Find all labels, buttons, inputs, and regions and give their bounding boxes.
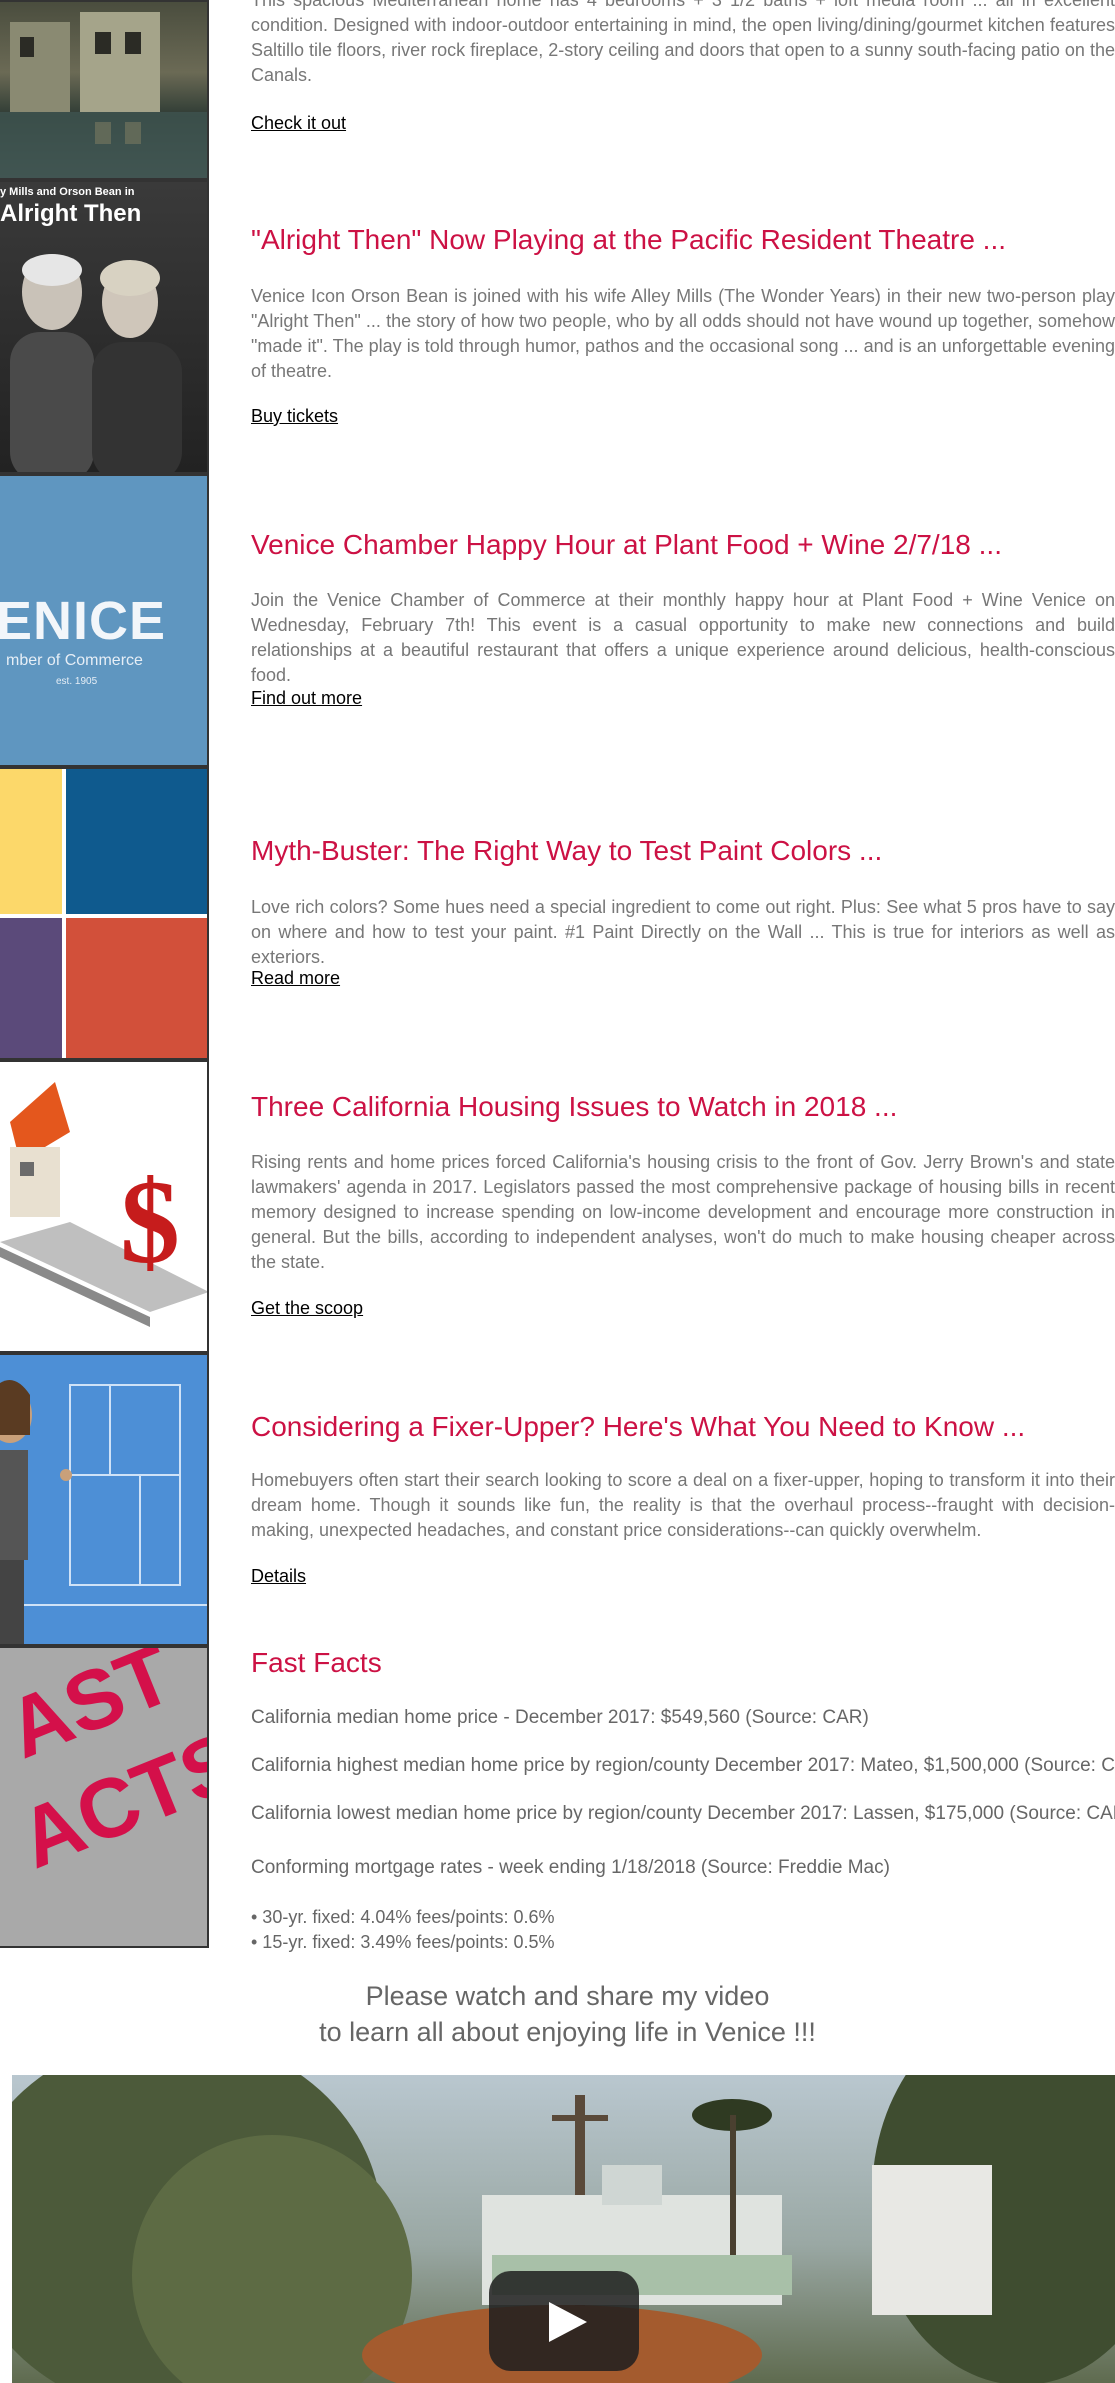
- blueprint-illustration: [0, 1380, 207, 1644]
- get-the-scoop-link[interactable]: Get the scoop: [251, 1298, 363, 1319]
- article-body: Love rich colors? Some hues need a speci…: [251, 897, 1115, 967]
- fast-fact-item: California lowest median home price by r…: [251, 1803, 1115, 1824]
- venice-logo-subtitle: mber of Commerce: [6, 652, 143, 669]
- video-caption-line1: Please watch and share my video: [365, 1981, 770, 2011]
- mortgage-rate-item: • 30-yr. fixed: 4.04% fees/points: 0.6%: [251, 1907, 555, 1927]
- article-title: Considering a Fixer-Upper? Here's What Y…: [251, 1411, 1026, 1442]
- video-player[interactable]: [12, 2075, 1115, 2383]
- swatch-purple: [0, 918, 62, 1058]
- article-canal-home: This spacious Mediterranean home has 4 b…: [251, 0, 1115, 88]
- article-title: Venice Chamber Happy Hour at Plant Food …: [251, 529, 1002, 560]
- article-body: Rising rents and home prices forced Cali…: [251, 1152, 1115, 1272]
- svg-text:$: $: [120, 1155, 180, 1288]
- thumbnail-venice-chamber: ENICE mber of Commerce est. 1905: [0, 474, 209, 767]
- article-alright-then: "Alright Then" Now Playing at the Pacifi…: [251, 224, 1115, 256]
- thumbnail-house-dollar: $: [0, 1060, 209, 1353]
- find-out-more-link[interactable]: Find out more: [251, 688, 362, 709]
- article-body: Venice Icon Orson Bean is joined with hi…: [251, 286, 1115, 381]
- article-alright-then-body: Venice Icon Orson Bean is joined with hi…: [251, 284, 1115, 384]
- play-icon: [549, 2302, 587, 2342]
- venice-logo-text: ENICE: [0, 591, 167, 651]
- article-body: Join the Venice Chamber of Commerce at t…: [251, 590, 1115, 685]
- thumbnail-blueprint: [0, 1353, 209, 1646]
- article-housing-issues: Three California Housing Issues to Watch…: [251, 1091, 1115, 1123]
- article-housing-issues-body: Rising rents and home prices forced Cali…: [251, 1150, 1115, 1275]
- fast-facts-title: Fast Facts: [251, 1647, 382, 1678]
- thumbnail-paint-swatches: [0, 767, 209, 1060]
- read-more-link[interactable]: Read more: [251, 968, 340, 989]
- couple-photo: [10, 254, 182, 472]
- article-title: Three California Housing Issues to Watch…: [251, 1091, 898, 1122]
- article-paint-colors-body: Love rich colors? Some hues need a speci…: [251, 895, 1115, 970]
- article-fixer-upper-body: Homebuyers often start their search look…: [251, 1468, 1115, 1543]
- article-venice-chamber-body: Join the Venice Chamber of Commerce at t…: [251, 588, 1115, 688]
- article-body: This spacious Mediterranean home has 4 b…: [251, 0, 1115, 85]
- buy-tickets-link[interactable]: Buy tickets: [251, 406, 338, 427]
- fast-fact-item: Conforming mortgage rates - week ending …: [251, 1857, 890, 1878]
- thumbnail-alright-then: y Mills and Orson Bean in Alright Then: [0, 180, 209, 474]
- article-paint-colors: Myth-Buster: The Right Way to Test Paint…: [251, 835, 1115, 867]
- fast-facts-section: Fast Facts: [251, 1647, 1115, 1679]
- article-body: Homebuyers often start their search look…: [251, 1470, 1115, 1540]
- canal-home-photo: [0, 12, 207, 178]
- article-title: Myth-Buster: The Right Way to Test Paint…: [251, 835, 883, 866]
- venice-logo-est: est. 1905: [56, 676, 98, 687]
- article-fixer-upper: Considering a Fixer-Upper? Here's What Y…: [251, 1411, 1115, 1443]
- article-title: "Alright Then" Now Playing at the Pacifi…: [251, 224, 1007, 255]
- mortgage-rate-item: • 15-yr. fixed: 3.49% fees/points: 0.5%: [251, 1932, 555, 1952]
- article-venice-chamber: Venice Chamber Happy Hour at Plant Food …: [251, 529, 1115, 561]
- thumbnail-fast-facts: AST ACTS: [0, 1646, 209, 1948]
- fast-fact-item: California median home price - December …: [251, 1707, 869, 1728]
- house-dollar-illustration: $: [0, 1082, 207, 1327]
- thumbnail-canal-home: [0, 0, 209, 180]
- fast-fact-item: California highest median home price by …: [251, 1755, 1115, 1776]
- check-it-out-link[interactable]: Check it out: [251, 113, 346, 134]
- video-play-button[interactable]: [489, 2271, 639, 2371]
- video-caption-line2: to learn all about enjoying life in Veni…: [319, 2017, 816, 2047]
- details-link[interactable]: Details: [251, 1566, 306, 1587]
- swatch-blue: [66, 769, 207, 914]
- swatch-orange: [66, 918, 207, 1058]
- swatch-yellow: [0, 769, 62, 914]
